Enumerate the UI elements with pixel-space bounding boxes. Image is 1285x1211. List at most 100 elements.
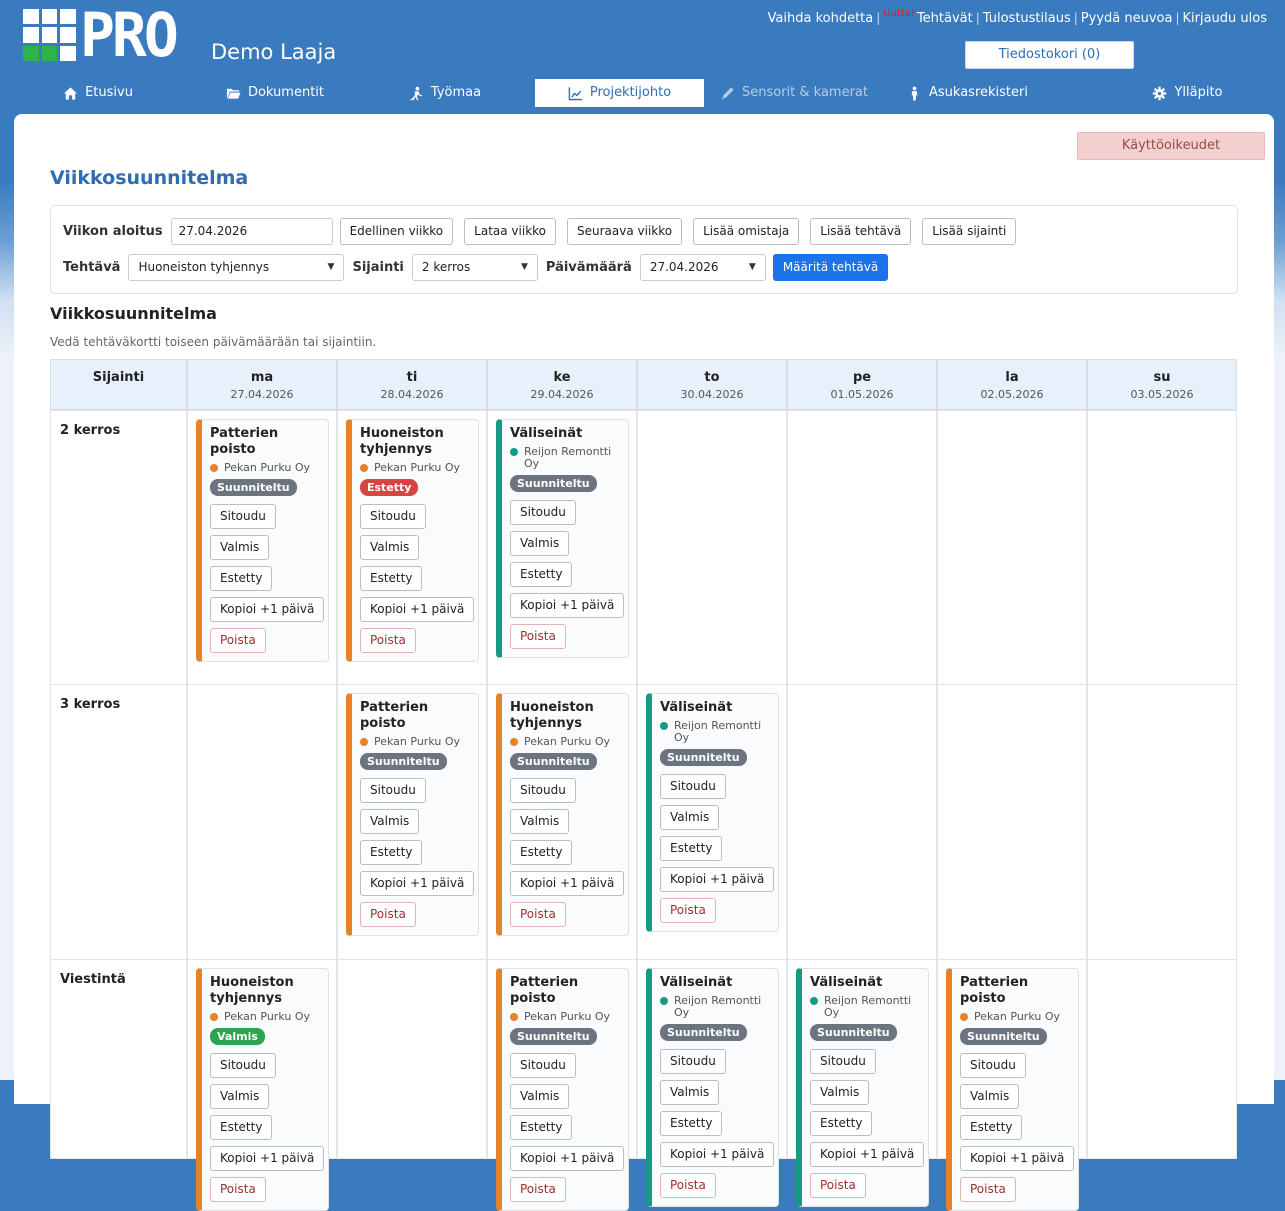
task-card[interactable]: Väliseinät Reijon Remontti Oy Suunniteltu S… (646, 693, 779, 932)
blocked-button[interactable]: Estetty (810, 1111, 873, 1136)
done-button[interactable]: Valmis (810, 1080, 870, 1105)
engage-button[interactable]: Sitoudu (510, 500, 576, 525)
task-select[interactable]: Huoneiston tyhjennys ▼ (128, 254, 345, 281)
copy-next-day-button[interactable]: Kopioi +1 päivä (810, 1142, 925, 1167)
blocked-button[interactable]: Estetty (960, 1115, 1023, 1140)
delete-button[interactable]: Poista (810, 1173, 866, 1198)
location-select[interactable]: 2 kerros ▼ (411, 254, 538, 281)
day-cell[interactable] (187, 684, 337, 960)
day-cell[interactable] (937, 684, 1087, 960)
day-cell[interactable] (1087, 959, 1237, 1159)
copy-next-day-button[interactable]: Kopioi +1 päivä (960, 1146, 1075, 1171)
engage-button[interactable]: Sitoudu (210, 504, 276, 529)
delete-button[interactable]: Poista (510, 1177, 566, 1202)
done-button[interactable]: Valmis (660, 1080, 720, 1105)
add-task-button[interactable]: Lisää tehtävä (810, 218, 912, 245)
nav-resident-register[interactable]: Asukasrekisteri (895, 79, 1040, 107)
permissions-button[interactable]: Käyttöoikeudet (1077, 132, 1265, 160)
delete-button[interactable]: Poista (960, 1177, 1016, 1202)
blocked-button[interactable]: Estetty (660, 1111, 723, 1136)
day-cell[interactable]: Huoneiston tyhjennys Pekan Purku Oy Valmis… (187, 959, 337, 1211)
week-start-input[interactable]: 27.04.2026 (170, 218, 333, 245)
engage-button[interactable]: Sitoudu (360, 778, 426, 803)
day-cell[interactable]: Patterien poisto Pekan Purku Oy Suunnitelt… (187, 410, 337, 685)
day-cell[interactable]: Väliseinät Reijon Remontti Oy Suunniteltu S… (637, 684, 787, 960)
blocked-button[interactable]: Estetty (510, 840, 573, 865)
blocked-button[interactable]: Estetty (510, 1115, 573, 1140)
copy-next-day-button[interactable]: Kopioi +1 päivä (510, 871, 625, 896)
blocked-button[interactable]: Estetty (660, 836, 723, 861)
copy-next-day-button[interactable]: Kopioi +1 päivä (210, 597, 325, 622)
link-logout[interactable]: Kirjaudu ulos (1183, 11, 1268, 26)
task-card[interactable]: Patterien poisto Pekan Purku Oy Suunnitelt… (346, 693, 479, 936)
date-select[interactable]: 27.04.2026 ▼ (639, 254, 766, 281)
done-button[interactable]: Valmis (960, 1084, 1020, 1109)
prev-week-button[interactable]: Edellinen viikko (339, 218, 454, 245)
day-cell[interactable] (937, 410, 1087, 685)
done-button[interactable]: Valmis (360, 809, 420, 834)
task-card[interactable]: Patterien poisto Pekan Purku Oy Suunnitelt… (496, 968, 629, 1211)
blocked-button[interactable]: Estetty (210, 1115, 273, 1140)
link-ask-help[interactable]: Pyydä neuvoa (1081, 11, 1173, 26)
done-button[interactable]: Valmis (510, 809, 570, 834)
copy-next-day-button[interactable]: Kopioi +1 päivä (510, 593, 625, 618)
copy-next-day-button[interactable]: Kopioi +1 päivä (360, 597, 475, 622)
copy-next-day-button[interactable]: Kopioi +1 päivä (210, 1146, 325, 1171)
blocked-button[interactable]: Estetty (360, 566, 423, 591)
engage-button[interactable]: Sitoudu (510, 778, 576, 803)
delete-button[interactable]: Poista (210, 1177, 266, 1202)
task-card[interactable]: Väliseinät Reijon Remontti Oy Suunniteltu S… (496, 419, 629, 658)
day-cell[interactable]: Huoneiston tyhjennys Pekan Purku Oy Suunni… (487, 684, 637, 960)
delete-button[interactable]: Poista (360, 628, 416, 653)
load-week-button[interactable]: Lataa viikko (464, 218, 557, 245)
delete-button[interactable]: Poista (510, 624, 566, 649)
day-cell[interactable]: Väliseinät Reijon Remontti Oy Suunniteltu S… (787, 959, 937, 1207)
nav-documents[interactable]: Dokumentit (195, 79, 355, 107)
task-card[interactable]: Huoneiston tyhjennys Pekan Purku Oy Valmis… (196, 968, 329, 1211)
delete-button[interactable]: Poista (210, 628, 266, 653)
day-cell[interactable]: Patterien poisto Pekan Purku Oy Suunnitelt… (337, 684, 487, 960)
blocked-button[interactable]: Estetty (360, 840, 423, 865)
link-tasks[interactable]: Tehtävät (917, 11, 973, 26)
engage-button[interactable]: Sitoudu (660, 1049, 726, 1074)
done-button[interactable]: Valmis (660, 805, 720, 830)
done-button[interactable]: Valmis (210, 1084, 270, 1109)
nav-administration[interactable]: Ylläpito (1120, 79, 1255, 107)
day-cell[interactable]: Väliseinät Reijon Remontti Oy Suunniteltu S… (637, 959, 787, 1207)
done-button[interactable]: Valmis (510, 1084, 570, 1109)
day-cell[interactable]: Patterien poisto Pekan Purku Oy Suunnitelt… (937, 959, 1087, 1211)
engage-button[interactable]: Sitoudu (810, 1049, 876, 1074)
day-cell[interactable] (637, 410, 787, 685)
engage-button[interactable]: Sitoudu (210, 1053, 276, 1078)
delete-button[interactable]: Poista (510, 902, 566, 927)
day-cell[interactable] (787, 684, 937, 960)
delete-button[interactable]: Poista (360, 902, 416, 927)
day-cell[interactable] (1087, 684, 1237, 960)
task-card[interactable]: Patterien poisto Pekan Purku Oy Suunnitelt… (196, 419, 329, 662)
link-print-order[interactable]: Tulostustilaus (983, 11, 1071, 26)
day-cell[interactable]: Väliseinät Reijon Remontti Oy Suunniteltu S… (487, 410, 637, 685)
day-cell[interactable] (1087, 410, 1237, 685)
engage-button[interactable]: Sitoudu (360, 504, 426, 529)
nav-sensors-cameras[interactable]: Sensorit & kamerat (714, 79, 874, 107)
delete-button[interactable]: Poista (660, 898, 716, 923)
engage-button[interactable]: Sitoudu (960, 1053, 1026, 1078)
day-cell[interactable]: Patterien poisto Pekan Purku Oy Suunnitelt… (487, 959, 637, 1211)
copy-next-day-button[interactable]: Kopioi +1 päivä (660, 1142, 775, 1167)
next-week-button[interactable]: Seuraava viikko (567, 218, 683, 245)
blocked-button[interactable]: Estetty (510, 562, 573, 587)
delete-button[interactable]: Poista (660, 1173, 716, 1198)
add-owner-button[interactable]: Lisää omistaja (693, 218, 800, 245)
add-location-button[interactable]: Lisää sijainti (922, 218, 1017, 245)
nav-home[interactable]: Etusivu (28, 79, 168, 107)
file-cart-button[interactable]: Tiedostokori (0) (965, 41, 1134, 69)
day-cell[interactable] (787, 410, 937, 685)
task-card[interactable]: Väliseinät Reijon Remontti Oy Suunniteltu S… (796, 968, 929, 1207)
done-button[interactable]: Valmis (510, 531, 570, 556)
link-change-site[interactable]: Vaihda kohdetta (768, 11, 874, 26)
assign-task-button[interactable]: Määritä tehtävä (772, 254, 889, 281)
task-card[interactable]: Huoneiston tyhjennys Pekan Purku Oy Estett… (346, 419, 479, 662)
engage-button[interactable]: Sitoudu (510, 1053, 576, 1078)
task-card[interactable]: Huoneiston tyhjennys Pekan Purku Oy Suunni… (496, 693, 629, 936)
copy-next-day-button[interactable]: Kopioi +1 päivä (510, 1146, 625, 1171)
